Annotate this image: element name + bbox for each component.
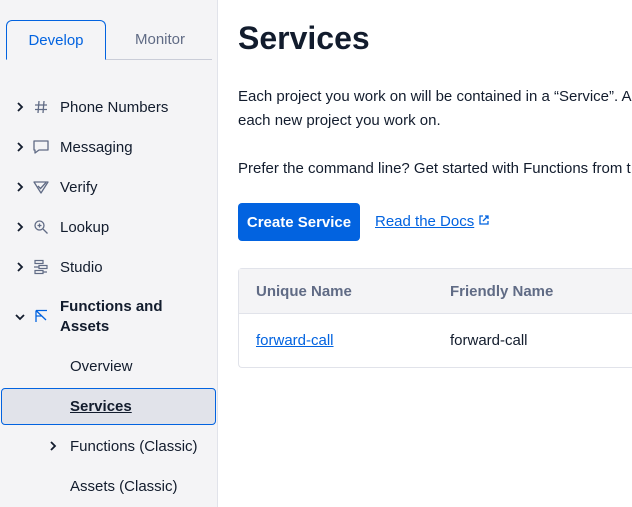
external-link-icon	[478, 213, 490, 230]
sidebar-item-messaging[interactable]: Messaging	[0, 137, 218, 157]
sidebar-item-label: Studio	[60, 258, 103, 276]
chevron-right-icon	[15, 102, 25, 112]
service-unique-name-link[interactable]: forward-call	[256, 332, 334, 349]
description-line: each new project you work on.	[238, 112, 441, 129]
chevron-down-icon	[15, 312, 25, 322]
chevron-right-icon	[15, 222, 25, 232]
sidebar-item-phone-numbers[interactable]: Phone Numbers	[0, 97, 218, 117]
sidebar-item-verify[interactable]: Verify	[0, 177, 218, 197]
sidebar-item-lookup[interactable]: Lookup	[0, 217, 218, 237]
description-line: Each project you work on will be contain…	[238, 88, 632, 105]
sidebar-subitem-overview[interactable]: Overview	[70, 358, 133, 375]
search-icon	[32, 218, 50, 236]
sidebar-subitem-assets-classic[interactable]: Assets (Classic)	[70, 478, 178, 495]
sidebar-item-label: Messaging	[60, 138, 133, 156]
tab-develop[interactable]: Develop	[6, 20, 106, 60]
hash-icon	[32, 98, 50, 116]
sidebar-tabs: Develop Monitor	[6, 20, 212, 60]
chevron-right-icon	[48, 441, 58, 451]
sidebar: Develop Monitor Phone Numbers Messaging …	[0, 0, 218, 507]
table-header: Unique Name Friendly Name	[239, 269, 632, 314]
page-description: Each project you work on will be contain…	[238, 85, 632, 133]
sidebar-item-label: Functions and Assets	[60, 298, 163, 335]
sidebar-item-studio[interactable]: Studio	[0, 257, 218, 277]
page-title: Services	[238, 20, 370, 56]
create-service-button[interactable]: Create Service	[238, 203, 360, 241]
docs-link-label: Read the Docs	[375, 213, 475, 230]
chevron-right-icon	[15, 142, 25, 152]
sidebar-subitem-functions-classic[interactable]: Functions (Classic)	[0, 436, 218, 456]
functions-icon	[32, 307, 50, 325]
chevron-right-icon	[15, 182, 25, 192]
services-table: Unique Name Friendly Name forward-call f…	[238, 268, 632, 368]
chevron-right-icon	[15, 262, 25, 272]
sidebar-subitem-label: Services	[70, 398, 132, 415]
flow-icon	[32, 258, 50, 276]
sidebar-item-label: Verify	[60, 178, 98, 196]
sidebar-item-functions-and-assets[interactable]: Functions and Assets	[0, 297, 218, 337]
sidebar-item-label: Phone Numbers	[60, 98, 169, 116]
sidebar-item-label: Lookup	[60, 218, 110, 236]
sidebar-subitem-services[interactable]: Services	[1, 388, 216, 425]
sidebar-item-label: Functions (Classic)	[70, 437, 198, 455]
shield-check-icon	[32, 178, 50, 196]
cli-text: Prefer the command line? Get started wit…	[238, 160, 631, 177]
main-content: Services Each project you work on will b…	[238, 0, 632, 507]
service-friendly-name: forward-call	[450, 332, 528, 349]
table-row: forward-call forward-call	[239, 314, 632, 367]
column-header-unique-name: Unique Name	[256, 283, 352, 300]
tab-monitor[interactable]: Monitor	[112, 20, 208, 60]
column-header-friendly-name: Friendly Name	[450, 283, 554, 300]
read-the-docs-link[interactable]: Read the Docs	[375, 213, 490, 230]
chat-bubble-icon	[32, 138, 50, 156]
